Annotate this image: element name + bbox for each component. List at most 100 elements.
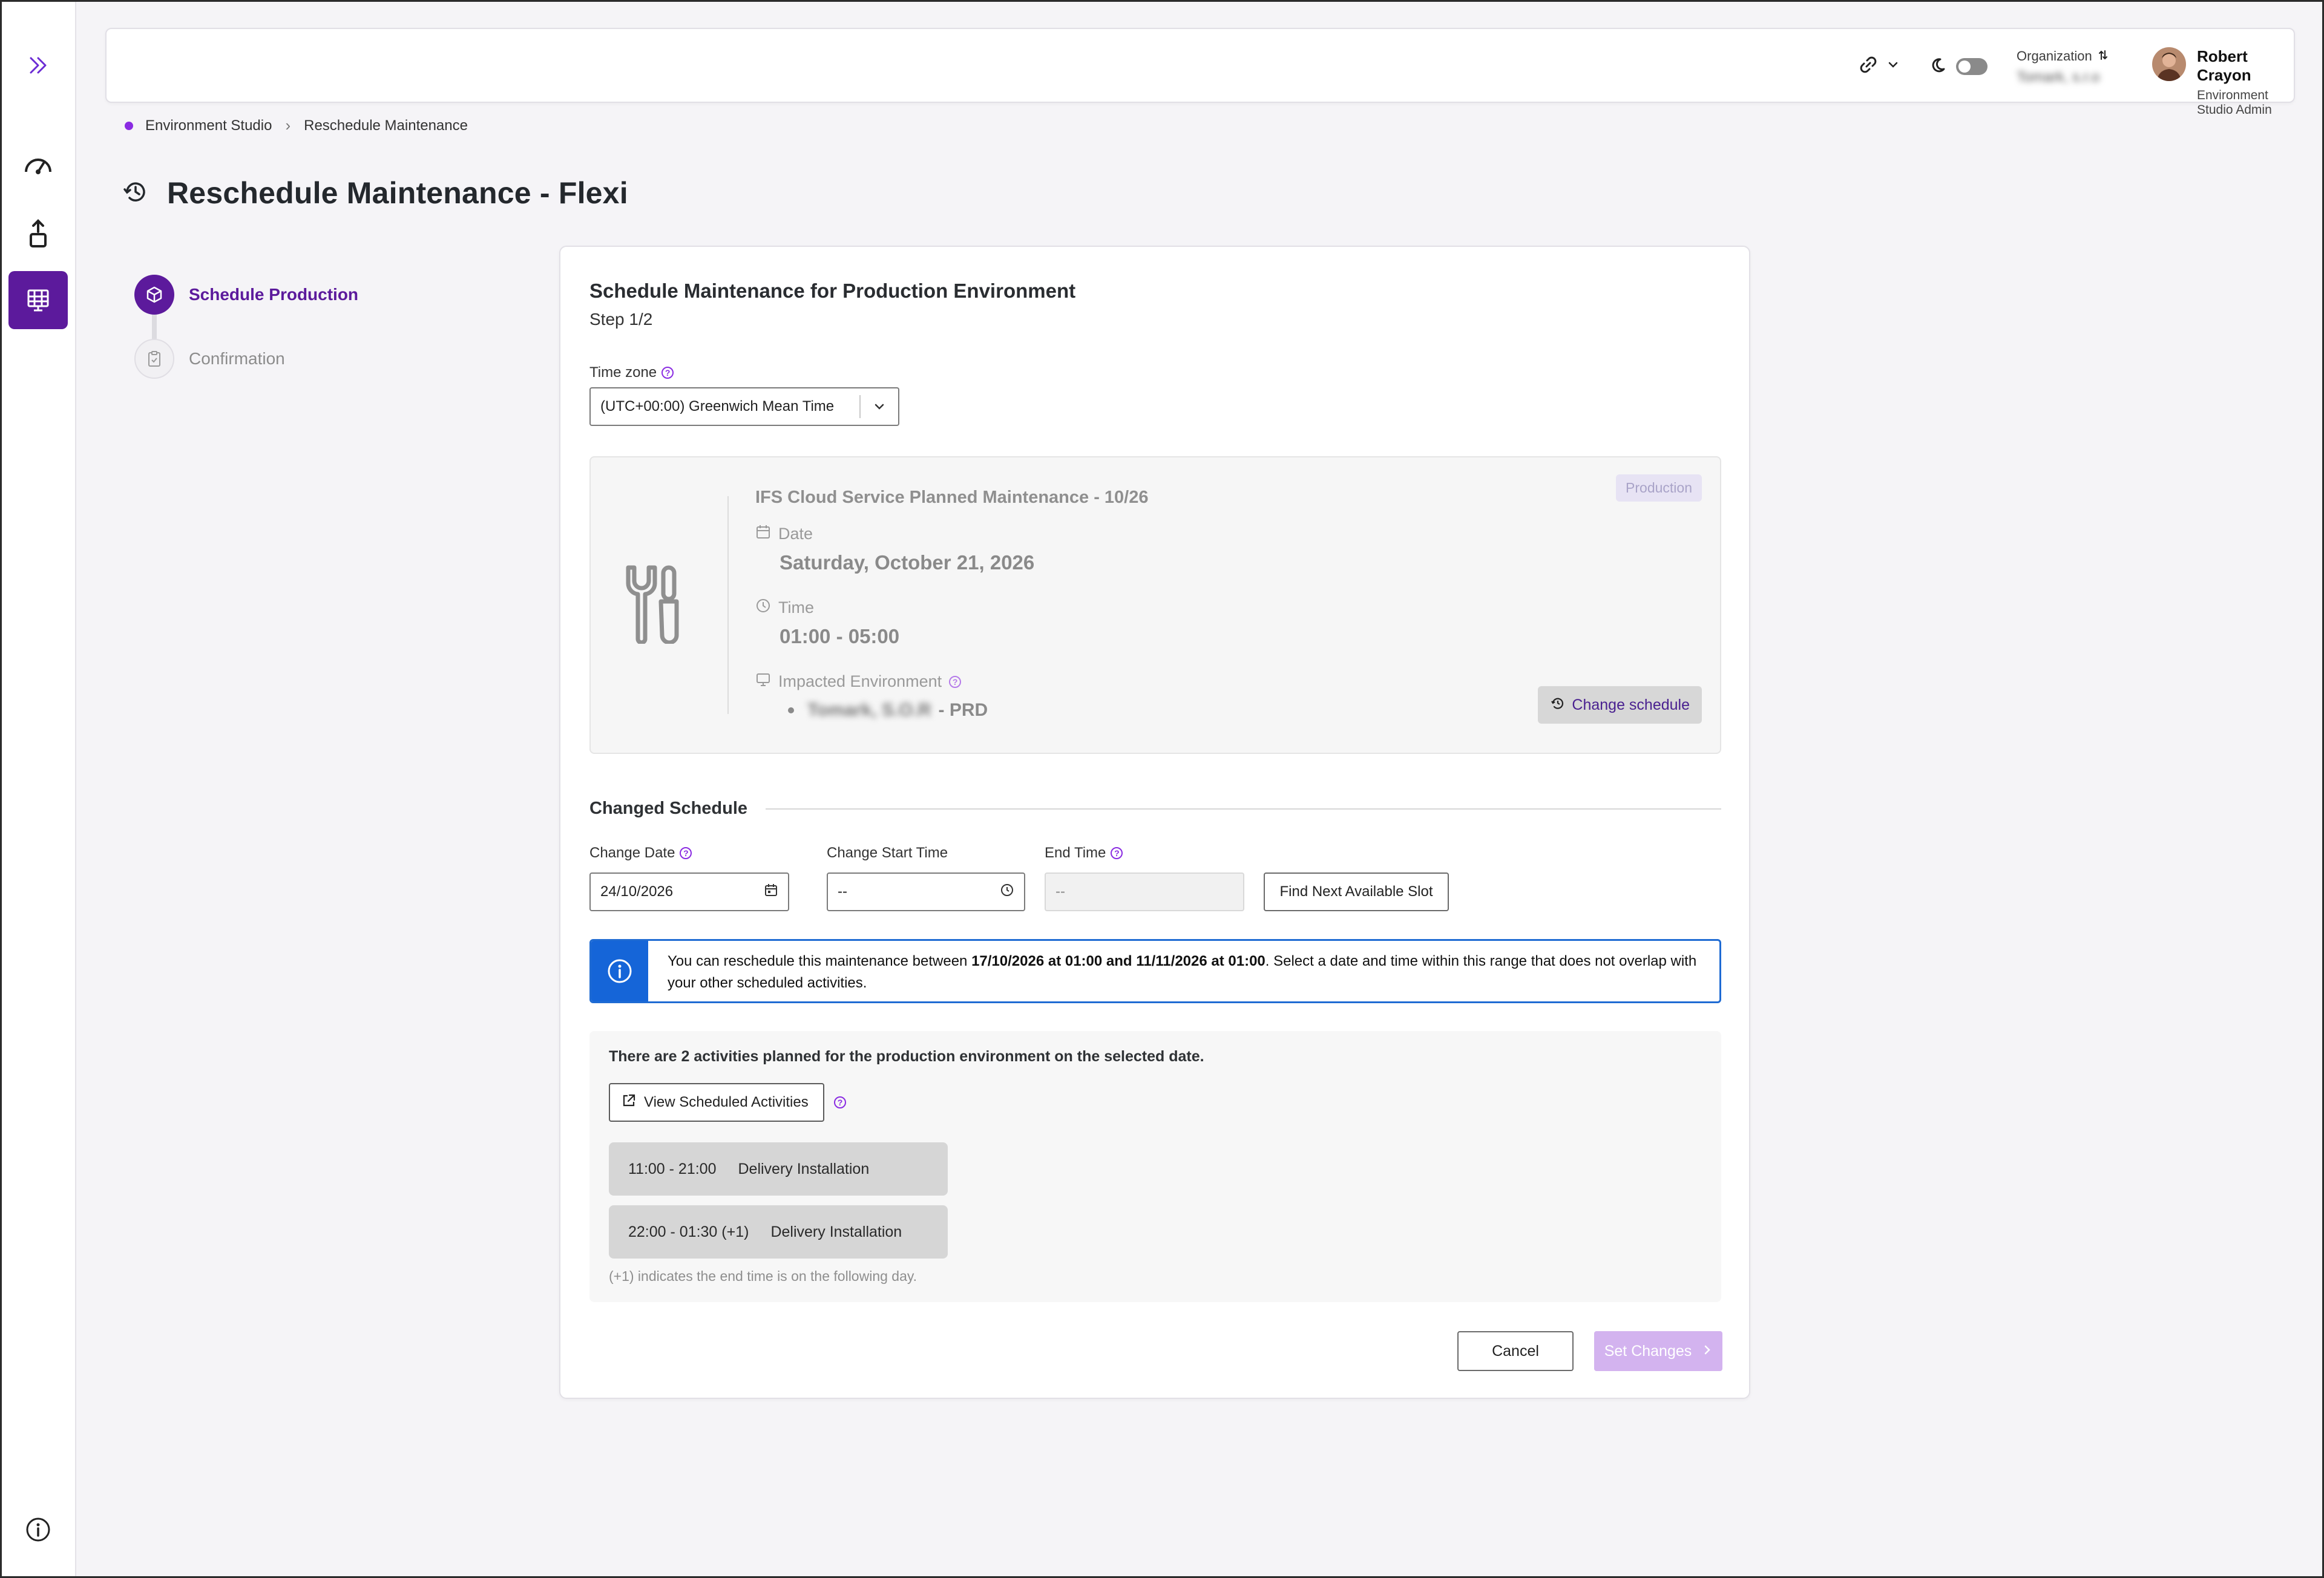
clipboard-check-icon	[134, 339, 174, 379]
deployment-icon[interactable]	[8, 205, 68, 263]
step-schedule-production[interactable]: Schedule Production	[134, 275, 358, 315]
organization-label: Organization	[2017, 48, 2092, 64]
maintenance-details-panel: IFS Cloud Service Planned Maintenance - …	[589, 456, 1721, 754]
activity-time: 22:00 - 01:30 (+1)	[628, 1223, 749, 1240]
expand-sidebar-icon[interactable]	[8, 36, 68, 94]
info-icon[interactable]	[8, 1501, 68, 1559]
divider	[766, 808, 1721, 810]
time-label: Time	[778, 598, 814, 617]
set-changes-label: Set Changes	[1604, 1342, 1692, 1360]
activity-time: 11:00 - 21:00	[628, 1160, 717, 1177]
view-scheduled-activities-button[interactable]: View Scheduled Activities	[609, 1083, 824, 1122]
step-connector	[152, 315, 157, 339]
calendar-icon	[755, 524, 771, 544]
maintenance-title: IFS Cloud Service Planned Maintenance - …	[755, 488, 1149, 507]
change-start-time-input[interactable]: --	[827, 872, 1025, 911]
info-banner: You can reschedule this maintenance betw…	[589, 939, 1721, 1003]
impacted-environment-item: Tomark, S.O.R - PRD	[788, 700, 988, 721]
clock-icon	[755, 598, 771, 618]
link-menu[interactable]	[1859, 56, 1899, 77]
impacted-environment-label: Impacted Environment	[778, 672, 942, 690]
changed-schedule-heading: Changed Schedule	[589, 799, 1721, 819]
scheduled-activities-panel: There are 2 activities planned for the p…	[589, 1031, 1721, 1302]
step-label-schedule-production: Schedule Production	[189, 285, 359, 304]
card-title: Schedule Maintenance for Production Envi…	[589, 280, 1076, 302]
help-icon[interactable]: ?	[949, 675, 962, 688]
tools-icon	[620, 564, 688, 647]
help-icon[interactable]: ?	[834, 1096, 846, 1108]
change-schedule-label: Change schedule	[1572, 696, 1690, 713]
timezone-label: Time zone ?	[589, 364, 674, 381]
start-time-value: --	[838, 883, 847, 900]
swap-icon	[2098, 48, 2108, 64]
set-changes-button[interactable]: Set Changes	[1594, 1331, 1722, 1371]
dashboard-gauge-icon[interactable]	[8, 136, 68, 194]
avatar[interactable]	[2152, 47, 2186, 81]
organization-value: Tomark, s.r.o	[2017, 69, 2100, 85]
activities-summary: There are 2 activities planned for the p…	[609, 1048, 1204, 1065]
dark-mode-switch[interactable]	[1956, 57, 1988, 75]
breadcrumb-item-current: Reschedule Maintenance	[304, 117, 468, 134]
cube-icon	[134, 275, 174, 315]
moon-icon	[1932, 56, 1950, 77]
activity-item: 22:00 - 01:30 (+1) Delivery Installation	[609, 1205, 948, 1259]
end-time-input: --	[1045, 872, 1244, 911]
page-title: Reschedule Maintenance - Flexi	[122, 175, 628, 211]
info-range: 17/10/2026 at 01:00 and 11/11/2026 at 01…	[971, 953, 1265, 969]
environment-studio-icon[interactable]	[8, 271, 68, 329]
step-confirmation[interactable]: Confirmation	[134, 339, 358, 379]
end-time-value: --	[1055, 883, 1065, 900]
changed-schedule-title: Changed Schedule	[589, 799, 748, 818]
change-date-input[interactable]: 24/10/2026	[589, 872, 789, 911]
date-label: Date	[778, 525, 813, 543]
page-title-text: Reschedule Maintenance - Flexi	[167, 176, 628, 210]
activity-name: Delivery Installation	[738, 1160, 870, 1177]
environment-name: Tomark, S.O.R	[807, 700, 931, 720]
cancel-button[interactable]: Cancel	[1457, 1331, 1574, 1371]
help-icon[interactable]: ?	[661, 367, 674, 379]
change-date-label: Change Date ?	[589, 845, 692, 862]
chevron-right-icon	[1702, 1343, 1712, 1360]
impacted-environment-field: Impacted Environment ? Tomark, S.O.R - P…	[755, 672, 988, 721]
chevron-down-icon	[861, 400, 898, 413]
user-name: Robert Crayon	[2197, 47, 2251, 84]
time-field: Time 01:00 - 05:00	[755, 598, 899, 648]
history-clock-icon	[122, 178, 149, 208]
organization-switcher[interactable]: Organization Tomark, s.r.o	[2017, 48, 2108, 86]
change-start-time-label: Change Start Time	[827, 845, 948, 861]
breadcrumb-item-environment-studio[interactable]: Environment Studio	[145, 117, 272, 134]
change-date-value: 24/10/2026	[600, 883, 674, 900]
user-info[interactable]: Robert Crayon Environment Studio Admin	[2197, 47, 2294, 117]
timezone-label-text: Time zone	[589, 364, 657, 381]
step-label-confirmation: Confirmation	[189, 349, 285, 368]
end-time-label: End Time ?	[1045, 845, 1123, 862]
top-header: Organization Tomark, s.r.o Robert Crayon…	[105, 28, 2295, 117]
help-icon[interactable]: ?	[680, 847, 692, 859]
help-icon[interactable]: ?	[1111, 847, 1123, 859]
external-link-icon	[621, 1093, 637, 1113]
change-schedule-button[interactable]: Change schedule	[1538, 686, 1702, 724]
activity-name: Delivery Installation	[770, 1223, 902, 1240]
clock-icon[interactable]	[1000, 883, 1014, 902]
date-value: Saturday, October 21, 2026	[780, 551, 1035, 574]
timezone-select[interactable]: (UTC+00:00) Greenwich Mean Time	[589, 387, 899, 426]
date-field: Date Saturday, October 21, 2026	[755, 524, 1034, 574]
chevron-right-icon: ›	[285, 116, 291, 134]
change-date-label-text: Change Date	[589, 845, 675, 861]
bullet	[788, 707, 794, 713]
wizard-stepper: Schedule Production Confirmation	[134, 275, 358, 379]
history-clock-icon	[1550, 695, 1566, 715]
chevron-down-icon	[1887, 59, 1899, 74]
calendar-icon[interactable]	[764, 883, 778, 902]
time-value: 01:00 - 05:00	[780, 625, 900, 647]
activity-item: 11:00 - 21:00 Delivery Installation	[609, 1142, 948, 1196]
environment-suffix: - PRD	[938, 700, 988, 720]
end-time-label-text: End Time	[1045, 845, 1106, 861]
monitor-icon	[755, 672, 771, 692]
find-next-available-slot-button[interactable]: Find Next Available Slot	[1264, 872, 1449, 911]
card-step-indicator: Step 1/2	[589, 310, 653, 329]
sidebar	[0, 0, 76, 1578]
theme-toggle[interactable]	[1932, 56, 1988, 77]
breadcrumb: Environment Studio › Reschedule Maintena…	[125, 116, 468, 135]
environment-badge: Production	[1616, 474, 1702, 502]
